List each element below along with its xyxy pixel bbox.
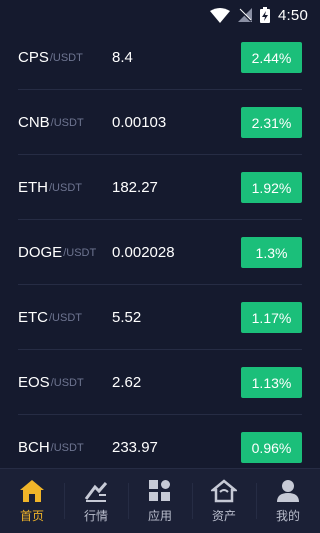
ticker-quote: /USDT <box>49 181 82 194</box>
ticker-row[interactable]: DOGE/USDT 0.002028 1.3% <box>18 220 302 285</box>
ticker-base: ETH <box>18 179 48 196</box>
ticker-row[interactable]: CPS/USDT 8.4 2.44% <box>18 25 302 90</box>
ticker-pair: ETH/USDT <box>18 155 82 220</box>
apps-grid-icon <box>147 479 173 503</box>
battery-charging-icon <box>260 7 270 23</box>
ticker-quote: /USDT <box>49 311 82 324</box>
bottom-tab-bar: 首页 行情 应用 资产 我的 <box>0 468 320 533</box>
ticker-price: 182.27 <box>112 179 158 196</box>
no-signal-icon <box>238 8 252 22</box>
ticker-change-badge: 2.31% <box>241 107 302 138</box>
tab-profile[interactable]: 我的 <box>256 469 320 533</box>
ticker-pair: ETC/USDT <box>18 285 82 350</box>
ticker-base: BCH <box>18 439 50 456</box>
ticker-pair: EOS/USDT <box>18 350 84 415</box>
ticker-quote: /USDT <box>50 376 84 389</box>
tab-label: 资产 <box>211 508 236 523</box>
ticker-change-badge: 1.13% <box>241 367 302 398</box>
home-icon <box>19 479 45 503</box>
ticker-change-badge: 1.3% <box>241 237 302 268</box>
ticker-base: CNB <box>18 114 50 131</box>
ticker-pair: CNB/USDT <box>18 90 84 155</box>
ticker-pair: DOGE/USDT <box>18 220 96 285</box>
ticker-row[interactable]: ETH/USDT 182.27 1.92% <box>18 155 302 220</box>
tab-assets[interactable]: 资产 <box>192 469 256 533</box>
market-chart-icon <box>83 479 109 503</box>
ticker-change-badge: 1.92% <box>241 172 302 203</box>
ticker-list: CPS/USDT 8.4 2.44% CNB/USDT 0.00103 2.31… <box>0 25 320 480</box>
profile-icon <box>275 479 301 503</box>
ticker-row[interactable]: EOS/USDT 2.62 1.13% <box>18 350 302 415</box>
ticker-quote: /USDT <box>63 246 97 259</box>
ticker-change-badge: 2.44% <box>241 42 302 73</box>
ticker-row[interactable]: CNB/USDT 0.00103 2.31% <box>18 90 302 155</box>
ticker-quote: /USDT <box>50 116 84 129</box>
ticker-base: DOGE <box>18 244 63 261</box>
ticker-row[interactable]: ETC/USDT 5.52 1.17% <box>18 285 302 350</box>
tab-label: 应用 <box>147 508 172 523</box>
tab-market[interactable]: 行情 <box>64 469 128 533</box>
ticker-price: 2.62 <box>112 374 142 391</box>
tab-home[interactable]: 首页 <box>0 469 64 533</box>
tab-label: 行情 <box>83 508 108 523</box>
ticker-price: 0.002028 <box>112 244 175 261</box>
tab-label: 首页 <box>19 508 44 523</box>
ticker-base: ETC <box>18 309 48 326</box>
ticker-price: 5.52 <box>112 309 142 326</box>
ticker-price: 0.00103 <box>112 114 167 131</box>
status-time: 4:50 <box>278 6 308 24</box>
ticker-base: CPS <box>18 49 49 66</box>
ticker-quote: /USDT <box>49 51 83 64</box>
wifi-icon <box>210 7 230 23</box>
ticker-quote: /USDT <box>50 441 84 454</box>
ticker-base: EOS <box>18 374 50 391</box>
assets-house-icon <box>211 478 237 503</box>
ticker-pair: CPS/USDT <box>18 25 83 90</box>
ticker-price: 8.4 <box>112 49 133 66</box>
ticker-change-badge: 1.17% <box>241 302 302 333</box>
tab-apps[interactable]: 应用 <box>128 469 192 533</box>
ticker-change-badge: 0.96% <box>241 432 302 463</box>
tab-label: 我的 <box>275 508 300 523</box>
